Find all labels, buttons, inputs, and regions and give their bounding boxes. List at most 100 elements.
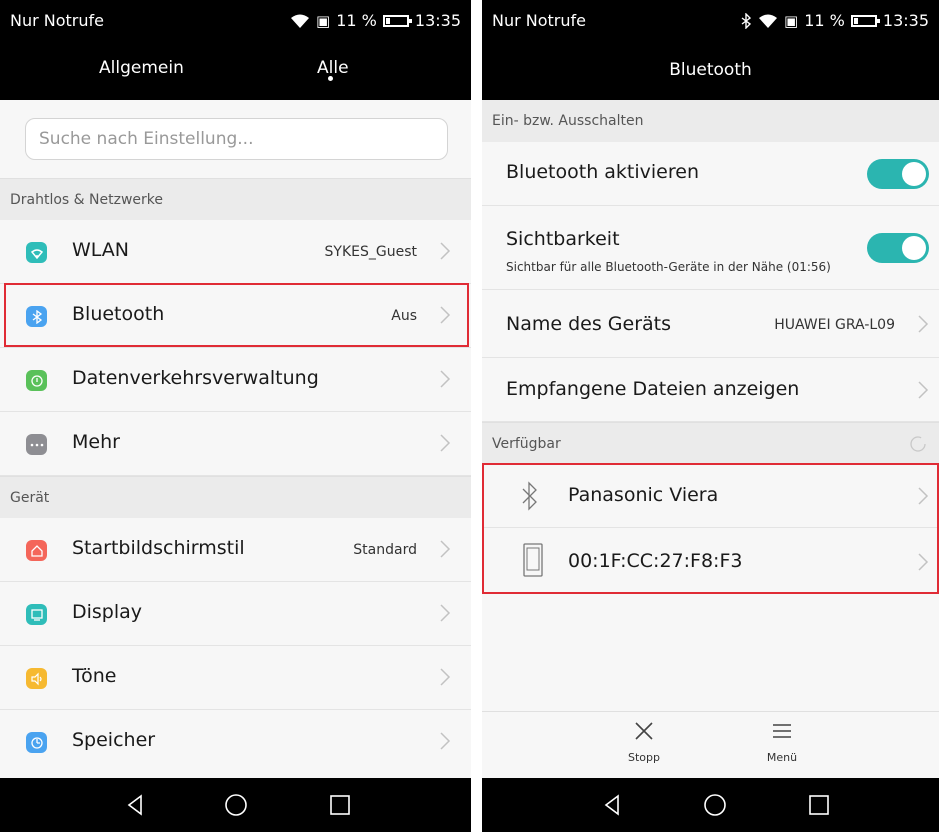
status-right: ▣ 11 % 13:35 (740, 11, 929, 30)
menu-button[interactable]: Menü (752, 720, 812, 764)
settings-item-sound[interactable]: Töne (0, 646, 471, 710)
device-name: Panasonic Viera (568, 484, 719, 506)
settings-item-label: Speicher (72, 729, 156, 751)
chevron-right-icon (440, 434, 451, 452)
menu-label: Menü (766, 751, 798, 764)
device-name: 00:1F:CC:27:F8:F3 (568, 550, 743, 572)
chevron-right-icon (440, 732, 451, 750)
bluetooth-enable-row[interactable]: Bluetooth aktivieren (482, 142, 939, 206)
bluetooth-toggle[interactable] (867, 159, 929, 189)
tab-alle[interactable]: Alle (317, 58, 349, 78)
wifi-signal-icon (291, 14, 310, 28)
display-icon (26, 604, 47, 625)
settings-item-home-style[interactable]: Startbildschirmstil Standard (0, 518, 471, 582)
bluetooth-status-icon (741, 12, 752, 29)
back-icon[interactable] (600, 792, 626, 818)
carrier-text: Nur Notrufe (10, 11, 104, 30)
back-icon[interactable] (123, 792, 149, 818)
close-icon (635, 722, 653, 740)
settings-item-value: Standard (353, 542, 417, 558)
chevron-right-icon (440, 370, 451, 388)
settings-item-bluetooth[interactable]: Bluetooth Aus (0, 284, 471, 348)
chevron-right-icon (918, 487, 929, 505)
visibility-row[interactable]: Sichtbarkeit Sichtbar für alle Bluetooth… (482, 206, 939, 290)
toggle-knob (902, 162, 926, 186)
chevron-right-icon (440, 540, 451, 558)
settings-item-label: Töne (72, 665, 117, 687)
section-header-onoff: Ein- bzw. Ausschalten (482, 100, 939, 142)
recents-icon[interactable] (806, 792, 832, 818)
chevron-right-icon (440, 668, 451, 686)
toggle-knob (902, 236, 926, 260)
home-button-icon[interactable] (223, 792, 249, 818)
settings-item-data-usage[interactable]: Datenverkehrsverwaltung (0, 348, 471, 412)
bottom-action-bar: Stopp Menü (482, 711, 939, 778)
phone-device-icon (523, 543, 543, 577)
chevron-right-icon (440, 604, 451, 622)
more-icon (26, 434, 47, 455)
tab-allgemein[interactable]: Allgemein (99, 58, 184, 78)
settings-item-label: Startbildschirmstil (72, 537, 245, 559)
clock: 13:35 (414, 11, 461, 30)
page-title: Bluetooth (669, 60, 752, 80)
status-right: ▣ 11 % 13:35 (290, 11, 461, 30)
chevron-right-icon (440, 242, 451, 260)
settings-item-wlan[interactable]: WLAN SYKES_Guest (0, 220, 471, 284)
battery-percent: 11 % (336, 11, 377, 30)
wifi-signal-icon (759, 14, 778, 28)
settings-item-storage[interactable]: Speicher (0, 710, 471, 774)
settings-item-more[interactable]: Mehr (0, 412, 471, 476)
battery-icon (382, 14, 412, 27)
device-name-value: HUAWEI GRA-L09 (774, 317, 895, 333)
device-list-item[interactable]: 00:1F:CC:27:F8:F3 (482, 528, 939, 594)
device-name-row[interactable]: Name des Geräts HUAWEI GRA-L09 (482, 290, 939, 358)
info-row-label: Name des Geräts (506, 313, 671, 335)
scanning-spinner-icon (910, 436, 926, 452)
bluetooth-icon (26, 306, 47, 327)
status-bar: Nur Notrufe ▣ 11 % 13:35 (482, 0, 939, 44)
section-header-device: Gerät (0, 476, 471, 518)
bluetooth-icon (522, 481, 537, 511)
settings-item-value: SYKES_Guest (324, 244, 417, 260)
nav-bar (0, 778, 471, 832)
settings-item-label: WLAN (72, 239, 130, 261)
clock: 13:35 (882, 11, 929, 30)
tab-header: Allgemein Alle (0, 44, 471, 100)
visibility-toggle[interactable] (867, 233, 929, 263)
settings-screen: Nur Notrufe ▣ 11 % 13:35 Allgemein Alle … (0, 0, 471, 832)
chevron-right-icon (918, 553, 929, 571)
info-row-label: Empfangene Dateien anzeigen (506, 378, 800, 400)
bluetooth-screen: Nur Notrufe ▣ 11 % 13:35 Bluetooth Ein- … (482, 0, 939, 832)
home-icon (26, 540, 47, 561)
nav-bar (482, 778, 939, 832)
settings-item-label: Datenverkehrsverwaltung (72, 367, 319, 389)
toggle-row-label: Sichtbarkeit (506, 228, 620, 250)
visibility-subtitle: Sichtbar für alle Bluetooth-Geräte in de… (506, 260, 831, 274)
sim-icon: ▣ (784, 11, 799, 30)
settings-item-display[interactable]: Display (0, 582, 471, 646)
received-files-row[interactable]: Empfangene Dateien anzeigen (482, 358, 939, 422)
wifi-icon (26, 242, 47, 263)
battery-icon (850, 14, 880, 27)
device-list-item[interactable]: Panasonic Viera (482, 464, 939, 528)
settings-item-value: Aus (391, 308, 417, 324)
search-input[interactable]: Suche nach Einstellung... (25, 118, 448, 160)
section-title: Verfügbar (492, 436, 561, 452)
recents-icon[interactable] (327, 792, 353, 818)
storage-icon (26, 732, 47, 753)
home-button-icon[interactable] (702, 792, 728, 818)
sim-icon: ▣ (316, 11, 331, 30)
stop-label: Stopp (628, 751, 660, 764)
chevron-right-icon (918, 315, 929, 333)
sound-icon (26, 668, 47, 689)
chevron-right-icon (918, 381, 929, 399)
section-header-available: Verfügbar (482, 422, 939, 464)
toggle-row-label: Bluetooth aktivieren (506, 161, 699, 183)
settings-item-label: Display (72, 601, 143, 623)
carrier-text: Nur Notrufe (492, 11, 586, 30)
section-header-wireless: Drahtlos & Netzwerke (0, 178, 471, 220)
title-bar: Bluetooth (482, 44, 939, 100)
chevron-right-icon (440, 306, 451, 324)
stop-button[interactable]: Stopp (614, 720, 674, 764)
active-tab-indicator (327, 76, 333, 81)
